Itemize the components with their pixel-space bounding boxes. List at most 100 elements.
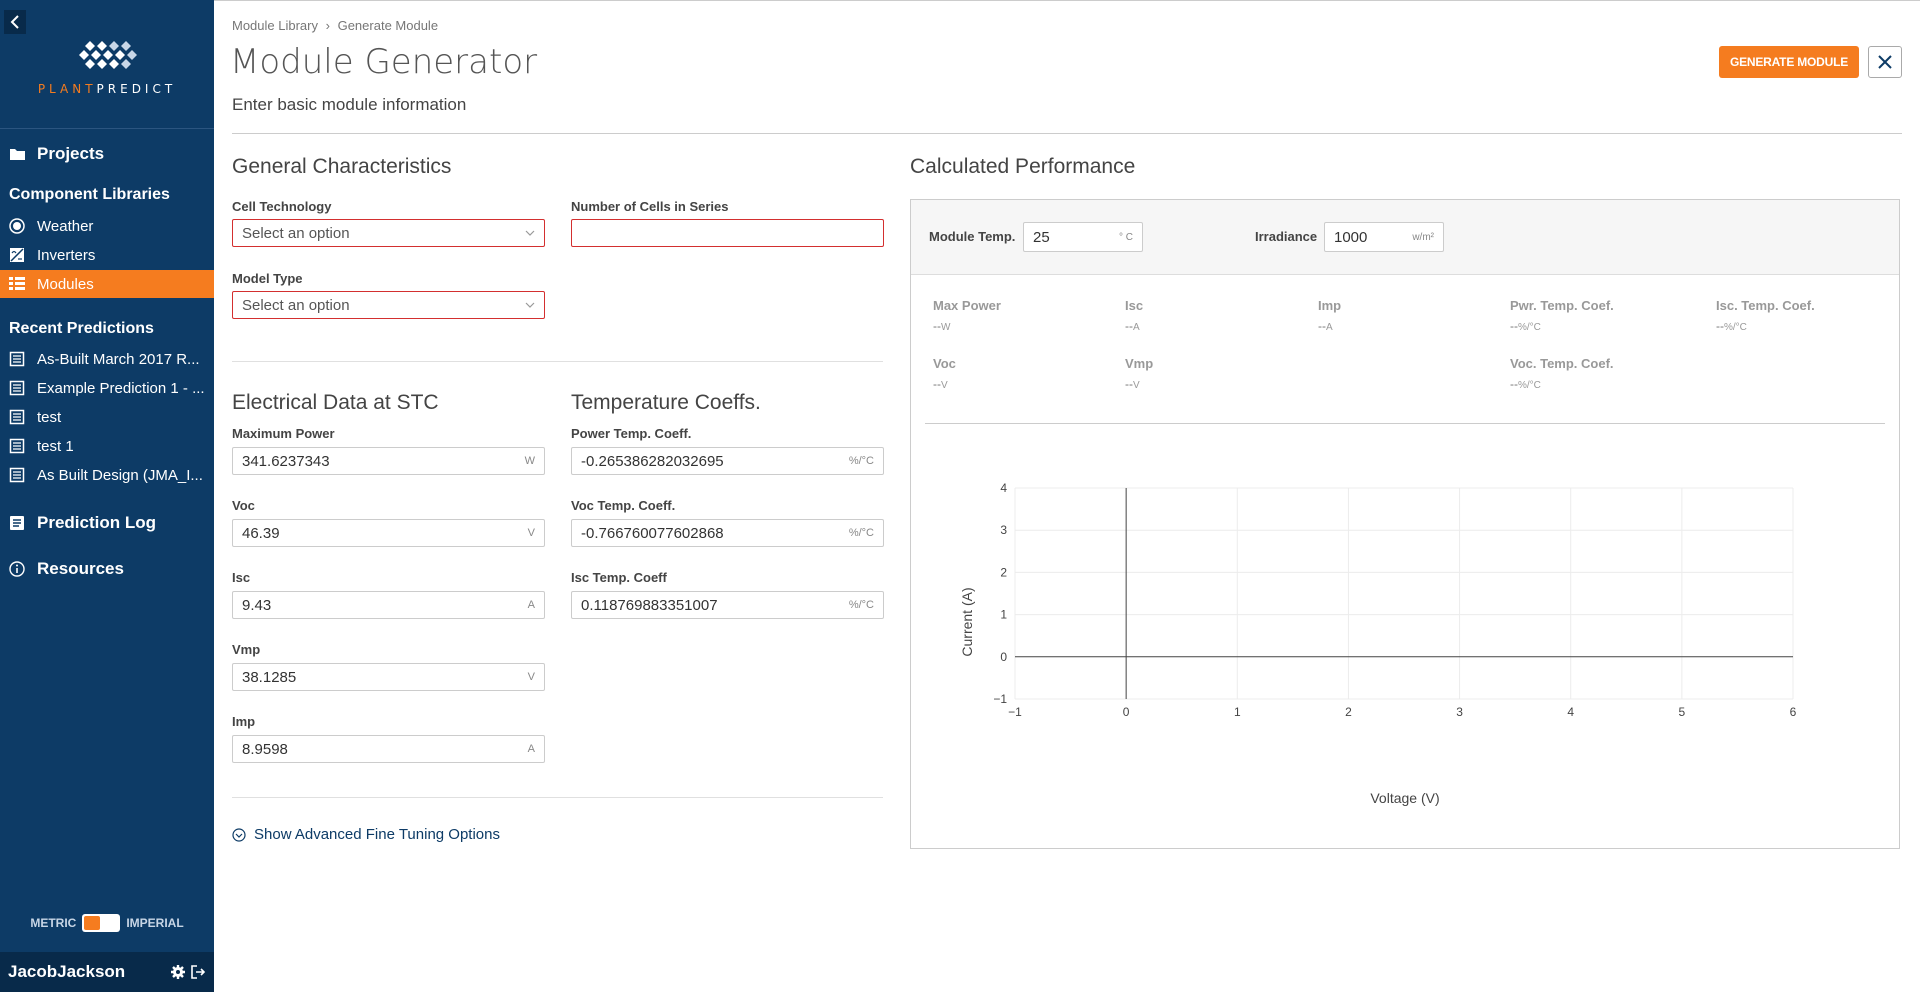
page-title: Module Generator bbox=[230, 42, 538, 82]
voc-input[interactable] bbox=[242, 524, 524, 542]
calculated-performance-title: Calculated Performance bbox=[910, 155, 1136, 178]
document-icon bbox=[9, 438, 29, 454]
vmp-field[interactable]: V bbox=[232, 663, 545, 691]
voc-temp-coeff-label: Voc Temp. Coeff. bbox=[571, 498, 676, 513]
breadcrumb-module-library[interactable]: Module Library bbox=[232, 18, 318, 33]
imperial-label: IMPERIAL bbox=[126, 916, 184, 930]
component-libraries-heading: Component Libraries bbox=[9, 186, 170, 203]
isc-input[interactable] bbox=[242, 596, 524, 614]
recent-predictions-heading: Recent Predictions bbox=[9, 320, 154, 337]
module-temp-field[interactable]: ° C bbox=[1023, 222, 1143, 252]
imp-input[interactable] bbox=[242, 740, 524, 758]
chevron-right-icon: › bbox=[325, 18, 330, 33]
irradiance-field[interactable]: w/m² bbox=[1324, 222, 1444, 252]
y-tick-label: 4 bbox=[1000, 481, 1007, 495]
metric-voc: Voc --V bbox=[933, 356, 956, 391]
cells-in-series-input[interactable] bbox=[571, 219, 884, 247]
voc-field[interactable]: V bbox=[232, 519, 545, 547]
inverter-icon bbox=[9, 247, 29, 263]
isc-label: Isc bbox=[232, 570, 251, 585]
metric-isc-temp-coef: Isc. Temp. Coef. --%/°C bbox=[1716, 298, 1815, 333]
recent-prediction-item[interactable]: As Built Design (JMA_I... bbox=[0, 461, 214, 489]
logo[interactable]: PLANTPREDICT bbox=[0, 38, 214, 96]
page-subtitle: Enter basic module information bbox=[232, 95, 467, 114]
module-temp-label: Module Temp. bbox=[929, 229, 1016, 244]
isc-temp-coeff-input[interactable] bbox=[581, 596, 845, 614]
metric-label: METRIC bbox=[30, 916, 77, 930]
logout-icon[interactable] bbox=[190, 964, 206, 980]
sidebar-item-inverters[interactable]: Inverters bbox=[0, 241, 214, 269]
sidebar-item-modules[interactable]: Modules bbox=[0, 270, 214, 298]
voc-label: Voc bbox=[232, 498, 255, 513]
imp-label: Imp bbox=[232, 714, 256, 729]
module-temp-input[interactable] bbox=[1033, 228, 1119, 246]
unit-toggle-switch[interactable] bbox=[82, 914, 121, 932]
chart-ticks: −1 0 1 2 3 4 5 6 −1 0 1 2 3 4 bbox=[993, 481, 1796, 719]
recent-prediction-item[interactable]: test bbox=[0, 403, 214, 431]
header-divider bbox=[232, 133, 1902, 134]
metric-isc: Isc --A bbox=[1125, 298, 1144, 333]
recent-prediction-item[interactable]: As-Built March 2017 R... bbox=[0, 345, 214, 373]
isc-temp-coeff-field[interactable]: %/°C bbox=[571, 591, 884, 619]
weather-icon bbox=[9, 218, 29, 234]
cells-in-series-field[interactable] bbox=[581, 224, 874, 242]
vmp-input[interactable] bbox=[242, 668, 524, 686]
metric-voc-temp-coef: Voc. Temp. Coef. --%/°C bbox=[1510, 356, 1614, 391]
chevron-circle-down-icon bbox=[232, 827, 246, 842]
sidebar-item-weather[interactable]: Weather bbox=[0, 212, 214, 240]
max-power-input[interactable] bbox=[242, 452, 521, 470]
x-tick-label: 1 bbox=[1234, 705, 1241, 719]
metric-vmp: Vmp --V bbox=[1125, 356, 1154, 391]
max-power-field[interactable]: W bbox=[232, 447, 545, 475]
show-advanced-options-link[interactable]: Show Advanced Fine Tuning Options bbox=[232, 826, 500, 843]
isc-field[interactable]: A bbox=[232, 591, 545, 619]
log-icon bbox=[9, 515, 29, 531]
cell-technology-label: Cell Technology bbox=[232, 199, 332, 214]
generate-module-button[interactable]: GENERATE MODULE bbox=[1719, 46, 1859, 78]
document-icon bbox=[9, 409, 29, 425]
info-icon bbox=[9, 561, 29, 577]
recent-prediction-item[interactable]: test 1 bbox=[0, 432, 214, 460]
x-tick-label: −1 bbox=[1008, 705, 1022, 719]
sidebar: PLANTPREDICT Projects Component Librarie… bbox=[0, 0, 214, 992]
metric-max-power: Max Power --W bbox=[933, 298, 1001, 333]
power-temp-coeff-label: Power Temp. Coeff. bbox=[571, 426, 692, 441]
sidebar-item-resources[interactable]: Resources bbox=[0, 555, 214, 583]
power-temp-coeff-field[interactable]: %/°C bbox=[571, 447, 884, 475]
x-tick-label: 5 bbox=[1679, 705, 1686, 719]
user-bar: JacobJackson bbox=[0, 952, 214, 992]
y-tick-label: 3 bbox=[1000, 523, 1007, 537]
x-tick-label: 6 bbox=[1790, 705, 1797, 719]
voc-temp-coeff-input[interactable] bbox=[581, 524, 845, 542]
power-temp-coeff-input[interactable] bbox=[581, 452, 845, 470]
y-axis-label: Current (A) bbox=[959, 587, 975, 656]
metric-imp: Imp --A bbox=[1318, 298, 1342, 333]
irradiance-input[interactable] bbox=[1334, 228, 1413, 246]
sidebar-item-prediction-log[interactable]: Prediction Log bbox=[0, 509, 214, 537]
temperature-coeffs-title: Temperature Coeffs. bbox=[571, 391, 761, 414]
username[interactable]: JacobJackson bbox=[8, 962, 166, 982]
performance-divider bbox=[925, 423, 1885, 424]
x-tick-label: 4 bbox=[1567, 705, 1574, 719]
vmp-label: Vmp bbox=[232, 642, 261, 657]
sidebar-item-projects[interactable]: Projects bbox=[0, 140, 214, 168]
modules-icon bbox=[9, 277, 29, 291]
imp-field[interactable]: A bbox=[232, 735, 545, 763]
chevron-down-icon bbox=[525, 230, 535, 236]
breadcrumb-generate-module: Generate Module bbox=[337, 18, 439, 33]
recent-prediction-item[interactable]: Example Prediction 1 - ... bbox=[0, 374, 214, 402]
y-tick-label: 1 bbox=[1000, 608, 1007, 622]
model-type-select[interactable]: Select an option bbox=[232, 291, 545, 319]
logo-icon bbox=[79, 41, 137, 69]
collapse-sidebar-button[interactable] bbox=[4, 10, 26, 34]
gear-icon[interactable] bbox=[170, 964, 186, 980]
close-button[interactable] bbox=[1868, 46, 1902, 78]
isc-temp-coeff-label: Isc Temp. Coeff bbox=[571, 570, 667, 585]
cells-in-series-label: Number of Cells in Series bbox=[571, 199, 729, 214]
cell-technology-select[interactable]: Select an option bbox=[232, 219, 545, 247]
voc-temp-coeff-field[interactable]: %/°C bbox=[571, 519, 884, 547]
document-icon bbox=[9, 351, 29, 367]
general-characteristics-title: General Characteristics bbox=[232, 155, 452, 178]
chevron-down-icon bbox=[525, 302, 535, 308]
breadcrumb: Module Library › Generate Module bbox=[232, 18, 442, 33]
